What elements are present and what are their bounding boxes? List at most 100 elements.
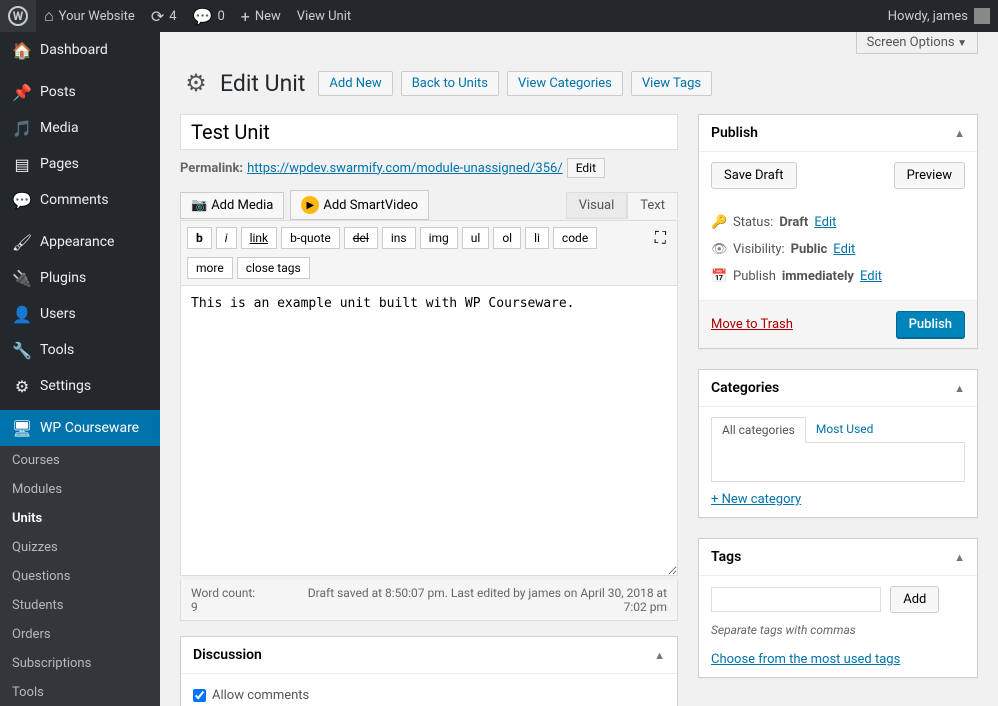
key-icon: 🔑 — [711, 215, 727, 230]
qt-code[interactable]: code — [553, 227, 597, 249]
move-to-trash-link[interactable]: Move to Trash — [711, 317, 793, 332]
new-content-link[interactable]: +New — [233, 0, 289, 32]
tag-cloud-link[interactable]: Choose from the most used tags — [711, 652, 965, 667]
add-new-category-link[interactable]: + New category — [711, 492, 965, 507]
add-new-button[interactable]: Add New — [318, 71, 392, 96]
preview-button[interactable]: Preview — [894, 162, 965, 189]
content-textarea[interactable]: This is an example unit built with WP Co… — [180, 286, 678, 576]
qt-italic[interactable]: i — [216, 227, 237, 249]
status-row: 🔑Status: Draft Edit — [711, 209, 965, 236]
title-input[interactable] — [180, 114, 678, 150]
menu-plugins[interactable]: 🔌Plugins — [0, 260, 160, 296]
submenu-subscriptions[interactable]: Subscriptions — [0, 649, 160, 678]
qt-bquote[interactable]: b-quote — [281, 227, 340, 249]
permalink-url[interactable]: https://wpdev.swarmify.com/module-unassi… — [247, 161, 563, 176]
menu-pages[interactable]: ▤Pages — [0, 146, 160, 182]
add-tag-button[interactable]: Add — [890, 586, 939, 613]
qt-ul[interactable]: ul — [462, 227, 490, 249]
avatar-icon — [974, 8, 990, 24]
view-unit-link[interactable]: View Unit — [289, 0, 359, 32]
admin-sidebar: 🏠Dashboard 📌Posts 🎵Media ▤Pages 💬Comment… — [0, 32, 160, 706]
menu-appearance[interactable]: 🖌Appearance — [0, 224, 160, 260]
updates-count: 4 — [169, 9, 176, 24]
visibility-edit-link[interactable]: Edit — [833, 242, 855, 257]
tag-input[interactable] — [711, 587, 881, 612]
categories-toggle[interactable]: ▲ — [954, 382, 965, 395]
page-title: Edit Unit — [220, 70, 305, 97]
qt-ins[interactable]: ins — [382, 227, 416, 249]
submenu-quizzes[interactable]: Quizzes — [0, 533, 160, 562]
tab-most-used[interactable]: Most Used — [806, 417, 884, 443]
discussion-toggle[interactable]: ▲ — [654, 649, 665, 662]
plugin-icon: 🔌 — [12, 268, 32, 288]
submenu-wpcourseware: Courses Modules Units Quizzes Questions … — [0, 446, 160, 706]
submenu-students[interactable]: Students — [0, 591, 160, 620]
tags-toggle[interactable]: ▲ — [954, 551, 965, 564]
menu-posts[interactable]: 📌Posts — [0, 74, 160, 110]
submenu-questions[interactable]: Questions — [0, 562, 160, 591]
play-icon: ▶ — [301, 196, 319, 214]
schedule-edit-link[interactable]: Edit — [860, 269, 882, 284]
submenu-tools[interactable]: Tools — [0, 678, 160, 706]
qt-img[interactable]: img — [420, 227, 458, 249]
tab-visual[interactable]: Visual — [566, 192, 628, 219]
qt-del[interactable]: del — [344, 227, 378, 249]
settings-icon: ⚙ — [12, 376, 32, 396]
qt-close[interactable]: close tags — [237, 257, 310, 279]
save-draft-button[interactable]: Save Draft — [711, 162, 797, 189]
permalink-label: Permalink: — [180, 161, 243, 176]
howdy-label: Howdy, james — [888, 9, 968, 24]
autosave-status: Draft saved at 8:50:07 pm. Last edited b… — [287, 586, 667, 614]
media-icon: 🎵 — [12, 118, 32, 138]
permalink-edit-button[interactable]: Edit — [567, 158, 605, 178]
site-name-link[interactable]: ⌂Your Website — [36, 0, 143, 32]
allow-comments-checkbox[interactable] — [193, 689, 206, 702]
updates-link[interactable]: ⟳4 — [143, 0, 185, 32]
qt-ol[interactable]: ol — [493, 227, 521, 249]
publish-button[interactable]: Publish — [896, 311, 965, 338]
add-media-button[interactable]: 📷Add Media — [180, 192, 284, 219]
comments-link[interactable]: 💬0 — [185, 0, 233, 32]
qt-more[interactable]: more — [187, 257, 233, 279]
pin-icon: 📌 — [12, 82, 32, 102]
submenu-courses[interactable]: Courses — [0, 446, 160, 475]
menu-tools[interactable]: 🔧Tools — [0, 332, 160, 368]
submenu-units[interactable]: Units — [0, 504, 160, 533]
menu-media[interactable]: 🎵Media — [0, 110, 160, 146]
menu-users[interactable]: 👤Users — [0, 296, 160, 332]
tab-text[interactable]: Text — [627, 192, 678, 219]
submenu-modules[interactable]: Modules — [0, 475, 160, 504]
submenu-orders[interactable]: Orders — [0, 620, 160, 649]
add-smartvideo-button[interactable]: ▶Add SmartVideo — [290, 190, 429, 220]
allow-comments-row[interactable]: Allow comments — [193, 684, 665, 706]
menu-settings[interactable]: ⚙Settings — [0, 368, 160, 404]
qt-link[interactable]: link — [241, 227, 278, 249]
publish-toggle[interactable]: ▲ — [954, 127, 965, 140]
categories-postbox: Categories ▲ All categories Most Used + … — [698, 369, 978, 518]
menu-dashboard[interactable]: 🏠Dashboard — [0, 32, 160, 68]
tab-all-categories[interactable]: All categories — [711, 417, 806, 443]
eye-icon: 👁 — [711, 242, 727, 257]
status-edit-link[interactable]: Edit — [814, 215, 836, 230]
discussion-title: Discussion — [193, 647, 262, 663]
wp-logo[interactable]: W — [0, 0, 36, 32]
category-list — [711, 442, 965, 482]
new-label: New — [255, 9, 281, 24]
view-tags-button[interactable]: View Tags — [631, 71, 712, 96]
page-icon: ▤ — [12, 154, 32, 174]
qt-bold[interactable]: b — [187, 227, 212, 249]
updates-icon: ⟳ — [151, 7, 164, 26]
qt-li[interactable]: li — [525, 227, 549, 249]
menu-comments[interactable]: 💬Comments — [0, 182, 160, 218]
wordcount-value: 9 — [191, 600, 198, 614]
visibility-row: 👁Visibility: Public Edit — [711, 236, 965, 263]
view-categories-button[interactable]: View Categories — [507, 71, 623, 96]
fullscreen-icon[interactable]: ⛶ — [650, 228, 671, 248]
dashboard-icon: 🏠 — [12, 40, 32, 60]
screen-options-toggle[interactable]: Screen Options — [856, 32, 978, 54]
menu-wpcourseware[interactable]: 🖥WP Courseware — [0, 410, 160, 446]
publish-title: Publish — [711, 125, 758, 141]
calendar-icon: 📅 — [711, 269, 727, 284]
user-account-link[interactable]: Howdy, james — [880, 0, 998, 32]
back-to-units-button[interactable]: Back to Units — [401, 71, 499, 96]
